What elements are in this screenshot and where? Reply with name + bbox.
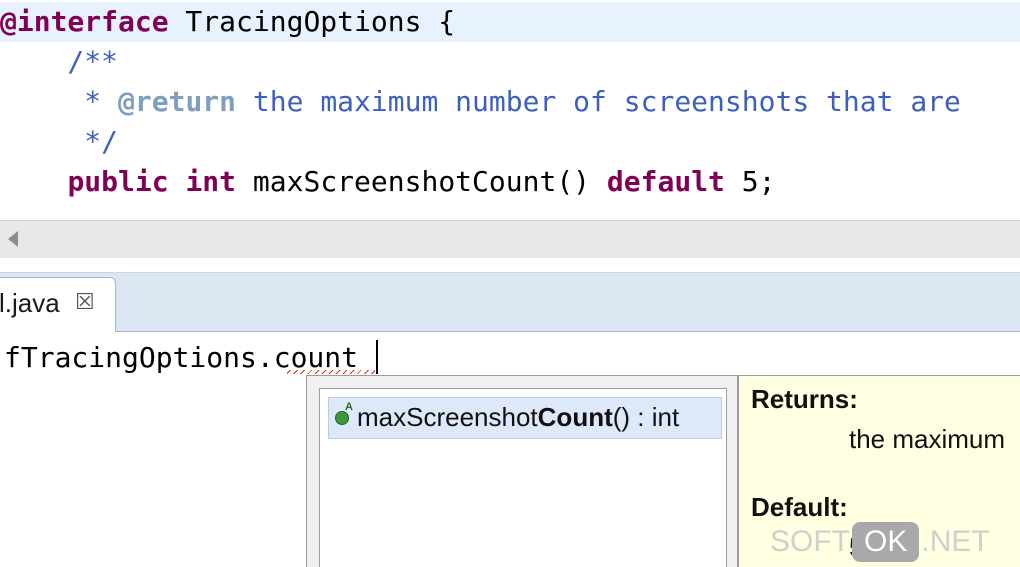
watermark-logo: SOFT OK .NET xyxy=(770,520,990,564)
returns-text: the maximum xyxy=(849,424,1006,454)
abstract-badge-icon: A xyxy=(345,401,353,413)
keyword-public: public xyxy=(67,165,169,198)
javadoc-return-text: the maximum number of screenshots that a… xyxy=(236,85,961,118)
close-tab-icon[interactable]: ☒ xyxy=(75,290,95,315)
default-heading: Default: xyxy=(751,492,848,522)
javadoc-open[interactable]: /** xyxy=(0,42,118,82)
tab-label: l.java xyxy=(0,288,60,318)
proposal-item-max-screenshot-count[interactable]: A maxScreenshotCount() : int xyxy=(328,397,722,439)
scroll-left-arrow-icon[interactable] xyxy=(8,231,18,247)
javadoc-prefix: * xyxy=(0,85,119,118)
text-caret xyxy=(376,340,378,374)
public-method-icon xyxy=(335,411,349,425)
editor-tab-java-file[interactable]: l.java ☒ xyxy=(0,277,116,333)
watermark-soft: SOFT xyxy=(770,525,850,558)
returns-heading: Returns: xyxy=(751,384,858,414)
javadoc-return-tag: @return xyxy=(118,85,237,118)
error-squiggle xyxy=(287,370,375,374)
annotation-keyword: @interface xyxy=(0,5,169,38)
proposal-label: maxScreenshotCount() : int xyxy=(357,402,680,432)
content-assist-popup: A maxScreenshotCount() : int xyxy=(306,375,738,567)
javadoc-close[interactable]: */ xyxy=(0,122,118,162)
default-value: 5; xyxy=(724,165,776,198)
code-line-method[interactable]: public int maxScreenshotCount() default … xyxy=(0,162,776,202)
interface-name: TracingOptions { xyxy=(168,5,456,38)
method-signature: maxScreenshotCount() xyxy=(236,165,607,198)
source-editor-top[interactable]: @interface TracingOptions { /** * @retur… xyxy=(0,0,1020,220)
watermark-ok: OK xyxy=(852,522,920,562)
keyword-int: int xyxy=(185,165,237,198)
javadoc-return-line[interactable]: * @return the maximum number of screensh… xyxy=(0,82,961,122)
keyword-default: default xyxy=(606,165,725,198)
watermark-net: .NET xyxy=(921,525,990,558)
proposal-match: Count xyxy=(537,402,613,432)
horizontal-scrollbar[interactable] xyxy=(0,220,1020,258)
editor-divider xyxy=(0,258,1020,272)
proposal-list[interactable]: A maxScreenshotCount() : int xyxy=(319,388,727,567)
editor-tab-bar: l.java ☒ xyxy=(0,272,1020,333)
code-line-interface[interactable]: @interface TracingOptions { xyxy=(0,2,455,42)
